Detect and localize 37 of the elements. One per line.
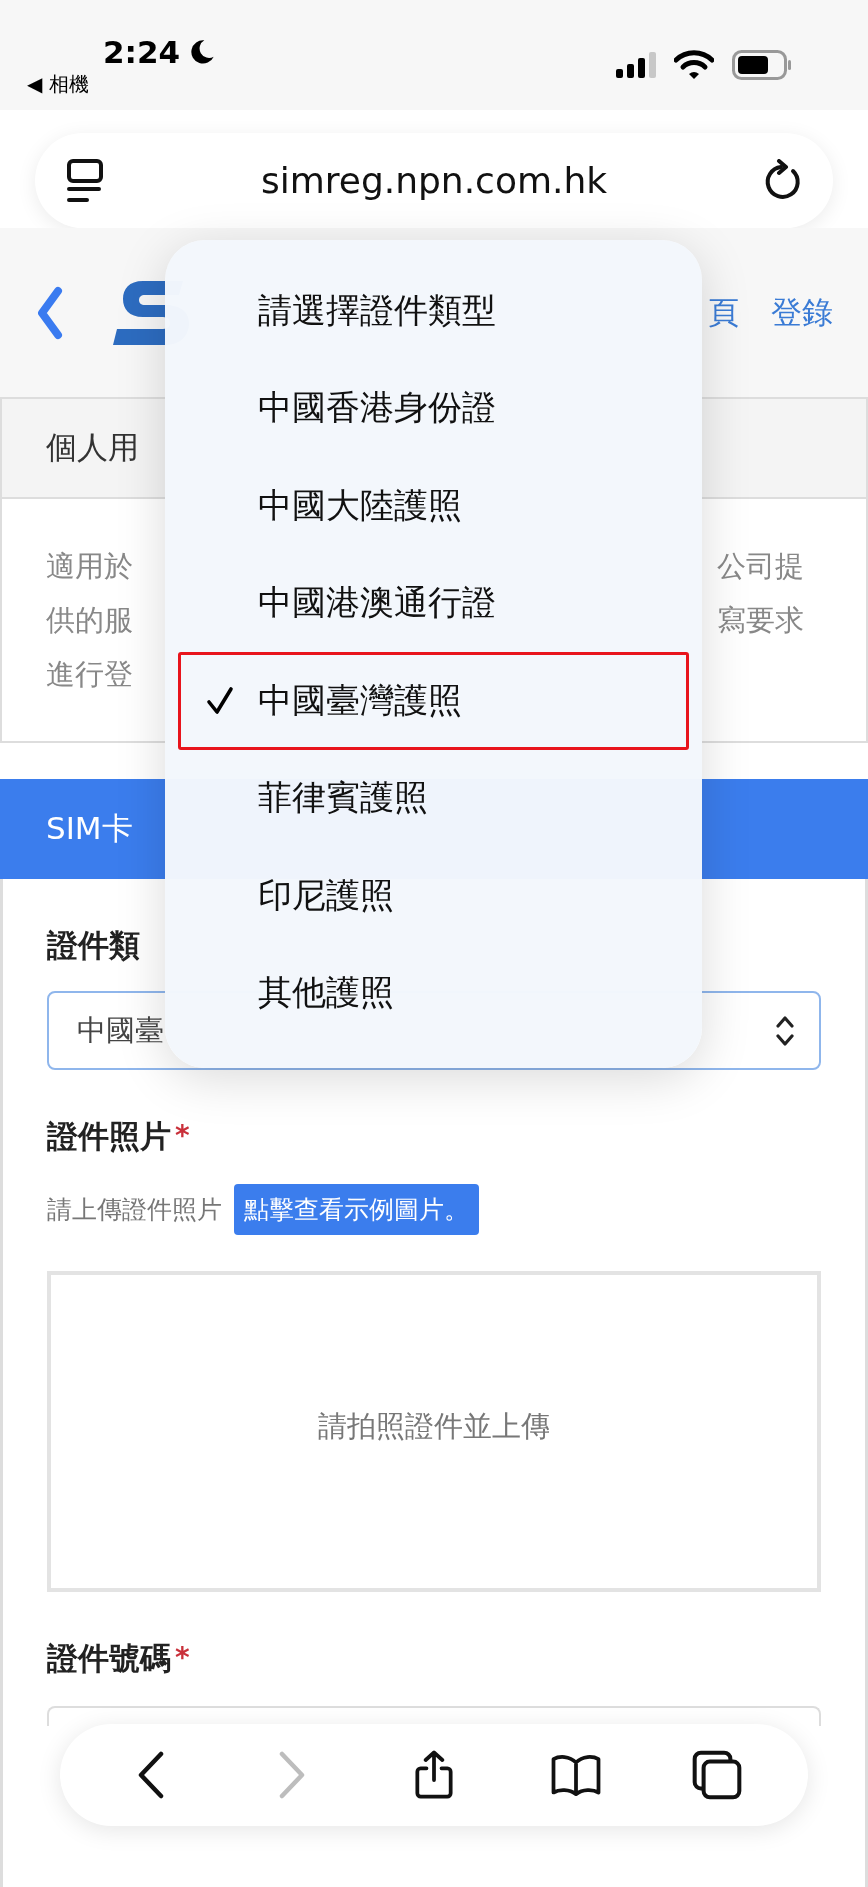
notice-text: 適用於 bbox=[46, 548, 133, 585]
signal-icon bbox=[616, 52, 656, 78]
dropdown-option[interactable]: 菲律賓護照 bbox=[178, 749, 689, 847]
dropdown-option[interactable]: 其他護照 bbox=[178, 944, 689, 1042]
updown-chevron-icon bbox=[775, 1013, 795, 1048]
back-to-app-link[interactable]: ◀ 相機 bbox=[27, 73, 217, 95]
section-title: SIM卡 bbox=[46, 809, 133, 848]
nav-link[interactable]: 頁 bbox=[708, 291, 739, 334]
notice-text: 公司提 bbox=[717, 548, 804, 585]
nav-link[interactable]: 登錄 bbox=[771, 291, 833, 334]
wifi-icon bbox=[674, 50, 714, 80]
dropdown-option[interactable]: 請選擇證件類型 bbox=[178, 262, 689, 360]
tabs-icon[interactable] bbox=[692, 1750, 743, 1800]
notice-text: 供的服 bbox=[46, 602, 133, 639]
dropdown-option[interactable]: 中國香港身份證 bbox=[178, 359, 689, 457]
sample-image-link[interactable]: 點擊查看示例圖片。 bbox=[234, 1184, 479, 1235]
notice-text: 進行登 bbox=[46, 656, 133, 693]
dropdown-option[interactable]: 中國港澳通行證 bbox=[178, 554, 689, 652]
notice-text: 寫要求 bbox=[717, 602, 804, 639]
upload-area[interactable]: 請拍照證件並上傳 bbox=[47, 1271, 821, 1592]
dropdown-option[interactable]: 中國大陸護照 bbox=[178, 457, 689, 555]
url-text: simreg.npn.com.hk bbox=[260, 160, 608, 201]
field-label: 證件照片 bbox=[47, 1117, 171, 1156]
dropdown-option[interactable]: 中國臺灣護照 bbox=[178, 652, 689, 750]
dropdown-option[interactable]: 印尼護照 bbox=[178, 847, 689, 945]
address-bar[interactable]: simreg.npn.com.hk bbox=[35, 133, 833, 228]
battery-icon bbox=[732, 50, 792, 80]
checkmark-icon bbox=[205, 685, 234, 716]
required-mark: * bbox=[175, 1640, 190, 1676]
card-title: 個人用 bbox=[46, 428, 139, 467]
clock-time: 2:24 bbox=[103, 33, 181, 71]
upload-prompt: 請拍照證件並上傳 bbox=[318, 1407, 550, 1445]
field-label: 證件類 bbox=[47, 926, 140, 965]
hint-text: 請上傳證件照片 bbox=[47, 1194, 222, 1226]
reader-icon[interactable] bbox=[65, 157, 105, 204]
required-mark: * bbox=[175, 1118, 190, 1154]
field-label: 證件號碼 bbox=[47, 1639, 171, 1678]
